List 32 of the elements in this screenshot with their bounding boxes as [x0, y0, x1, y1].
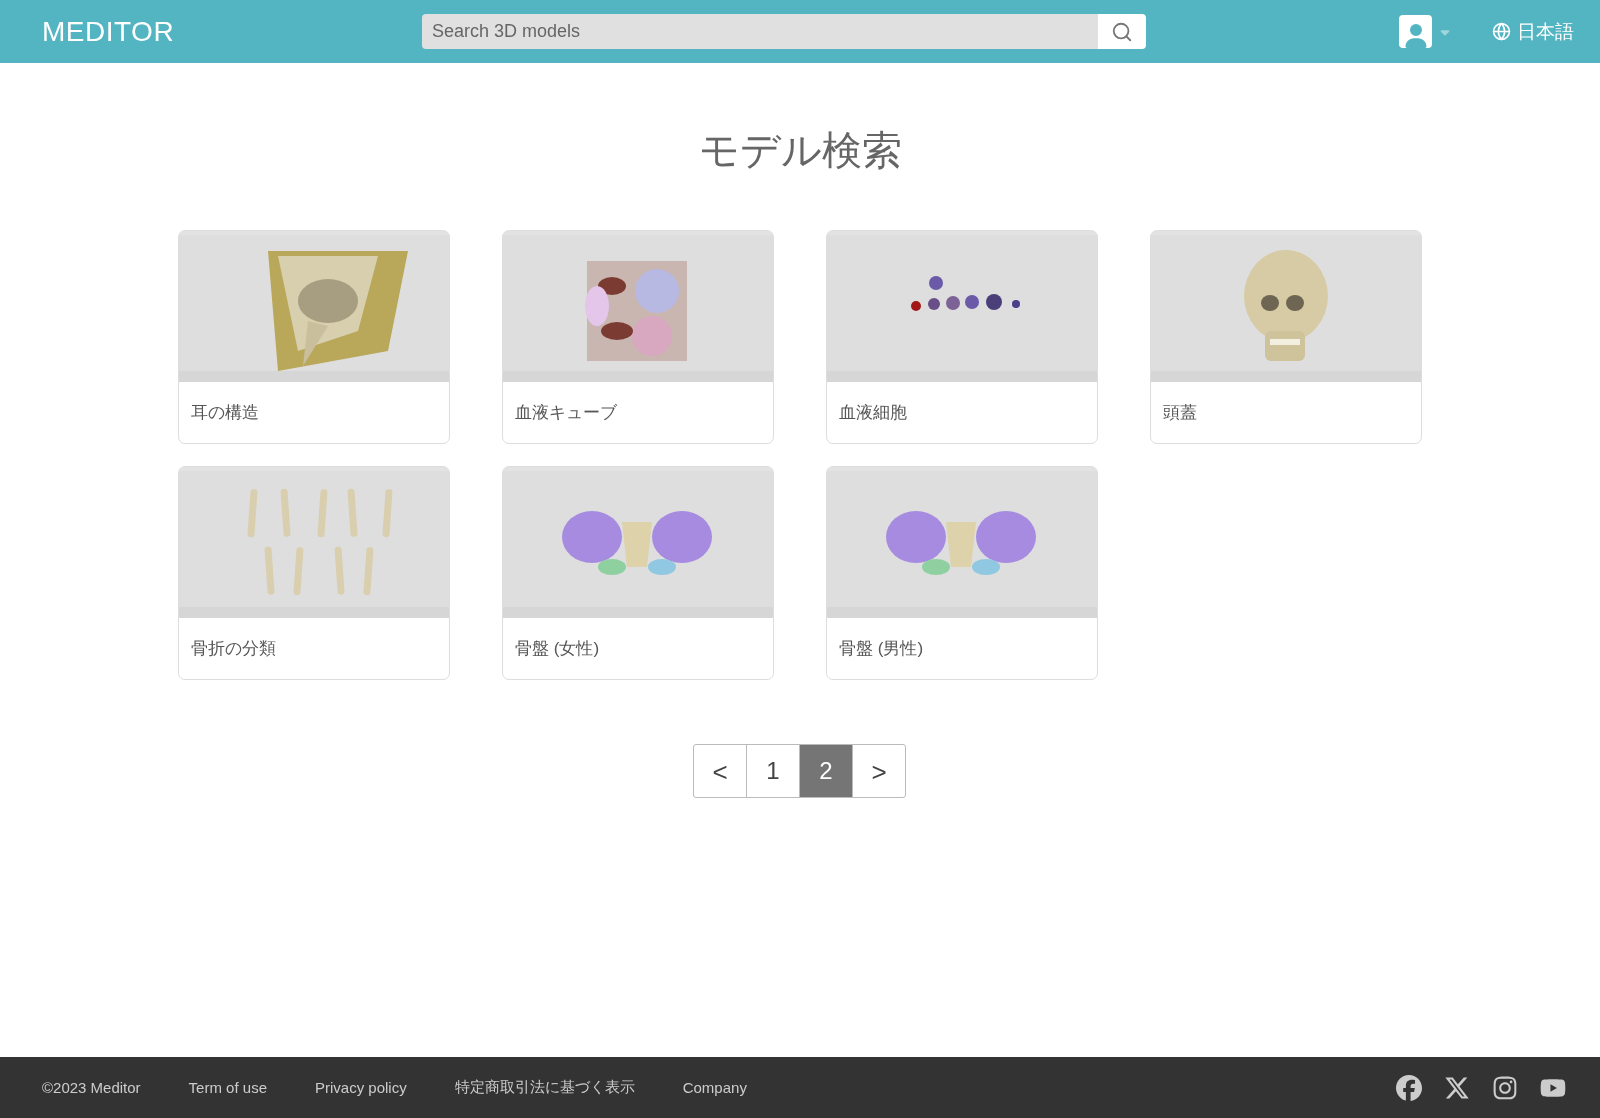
model-title: 骨折の分類: [190, 638, 277, 660]
model-title: 頭蓋: [1162, 402, 1198, 424]
previous-page-button[interactable]: <: [693, 744, 747, 798]
search-field[interactable]: Search 3D models: [422, 14, 1098, 49]
model-title: 血液細胞: [838, 402, 908, 424]
model-card[interactable]: 血液キューブ: [502, 230, 774, 444]
footer-link[interactable]: Company: [682, 1079, 747, 1096]
model-title: 血液キューブ: [514, 402, 618, 424]
model-card[interactable]: 血液細胞: [826, 230, 1098, 444]
facebook-icon[interactable]: [1396, 1074, 1422, 1101]
model-title: 骨盤 (女性): [514, 638, 601, 660]
model-card[interactable]: 骨盤 (男性): [826, 466, 1098, 680]
footer-link[interactable]: 特定商取引法に基づく表示: [454, 1078, 635, 1097]
model-card[interactable]: 耳の構造: [178, 230, 450, 444]
model-title: 骨盤 (男性): [838, 638, 925, 660]
globe-icon: [1492, 22, 1511, 41]
x-icon[interactable]: [1444, 1074, 1470, 1101]
model-card[interactable]: 骨折の分類: [178, 466, 450, 680]
page-title: モデル検索: [698, 127, 902, 174]
model-title: 耳の構造: [190, 402, 260, 424]
user-icon: [1399, 15, 1432, 48]
search-icon: [1111, 20, 1133, 43]
copyright: ©2023 Meditor: [42, 1079, 141, 1096]
page-button[interactable]: 2: [799, 744, 853, 798]
page-button[interactable]: 1: [746, 744, 800, 798]
next-page-button[interactable]: >: [852, 744, 906, 798]
footer-link[interactable]: Privacy policy: [315, 1079, 407, 1096]
footer-link[interactable]: Term of use: [188, 1079, 267, 1096]
search-button[interactable]: [1098, 14, 1146, 49]
instagram-icon[interactable]: [1492, 1074, 1518, 1101]
model-card[interactable]: 骨盤 (女性): [502, 466, 774, 680]
model-card[interactable]: 頭蓋: [1150, 230, 1422, 444]
